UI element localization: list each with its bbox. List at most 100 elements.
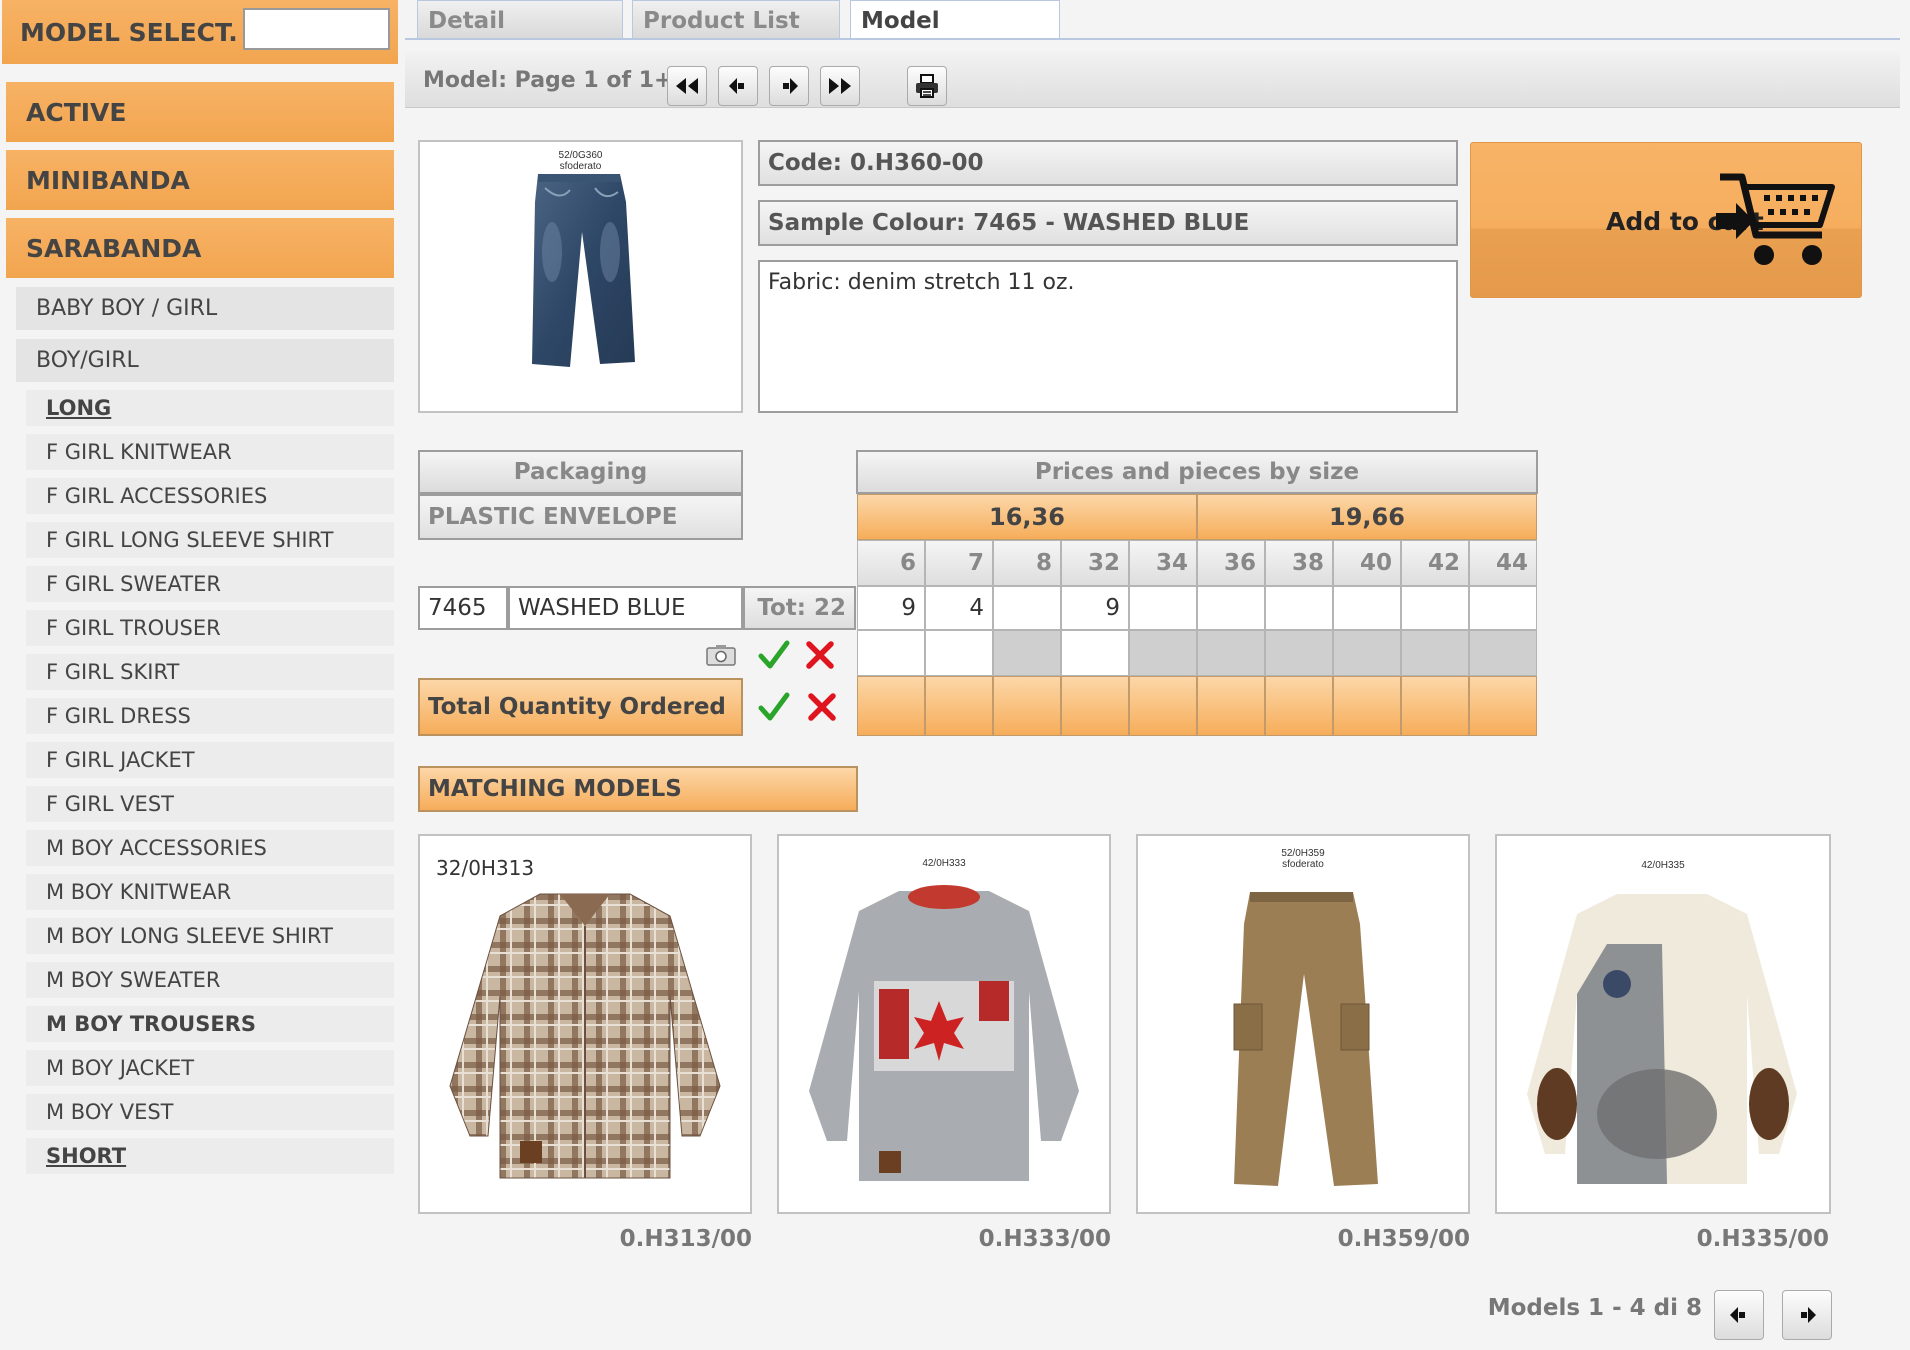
print-button[interactable]: [907, 66, 947, 106]
packaging-header: Packaging: [418, 450, 743, 494]
category-active[interactable]: ACTIVE: [6, 82, 394, 142]
sidebar-item-f-girl-dress[interactable]: F GIRL DRESS: [26, 698, 394, 734]
clear-row-button[interactable]: [803, 636, 837, 674]
matching-model-code[interactable]: 0.H333/00: [777, 1226, 1111, 1252]
last-page-button[interactable]: [820, 66, 860, 106]
qty-input-size-8-disabled: [993, 630, 1061, 676]
sidebar-item-f-girl-knitwear[interactable]: F GIRL KNITWEAR: [26, 434, 394, 470]
confirm-total-button[interactable]: [757, 688, 791, 726]
price-group-1: 16,36: [857, 494, 1197, 540]
qty-cell: [1265, 586, 1333, 630]
total-cell: [925, 676, 993, 736]
sidebar-item-m-boy-knitwear[interactable]: M BOY KNITWEAR: [26, 874, 394, 910]
sidebar-item-f-girl-long-sleeve-shirt[interactable]: F GIRL LONG SLEEVE SHIRT: [26, 522, 394, 558]
pagination-toolbar: Model: Page 1 of 1+: [405, 52, 1900, 108]
prices-header: Prices and pieces by size: [856, 450, 1538, 494]
size-header: 8: [993, 540, 1061, 586]
matching-model-code[interactable]: 0.H313/00: [418, 1226, 752, 1252]
jeans-image-icon: [532, 174, 635, 367]
qty-input-disabled: [1333, 630, 1401, 676]
left-arrow-icon: [729, 78, 744, 94]
matching-model-caption-2: sfoderato: [1282, 859, 1324, 870]
qty-cell: [1197, 586, 1265, 630]
qty-cell: [1129, 586, 1197, 630]
price-group-2: 19,66: [1197, 494, 1537, 540]
sidebar-item-f-girl-trouser[interactable]: F GIRL TROUSER: [26, 610, 394, 646]
matching-model-code[interactable]: 0.H359/00: [1136, 1226, 1470, 1252]
sidebar-item-f-girl-skirt[interactable]: F GIRL SKIRT: [26, 654, 394, 690]
qty-cell: 9: [1061, 586, 1129, 630]
model-search-input[interactable]: [243, 8, 390, 50]
page-label: Model: Page 1 of 1+: [423, 68, 673, 93]
sidebar-item-m-boy-vest[interactable]: M BOY VEST: [26, 1094, 394, 1130]
product-code: Code: 0.H360-00: [758, 140, 1458, 186]
sample-colour: Sample Colour: 7465 - WASHED BLUE: [758, 200, 1458, 246]
clear-total-button[interactable]: [805, 688, 839, 726]
check-icon: [758, 692, 790, 721]
matching-next-button[interactable]: [1782, 1290, 1832, 1340]
size-header: 32: [1061, 540, 1129, 586]
sidebar-item-long[interactable]: LONG: [26, 390, 394, 426]
matching-model-image[interactable]: 52/0H359 sfoderato: [1136, 834, 1470, 1214]
qty-input-size-32[interactable]: [1061, 630, 1129, 676]
matching-model-caption: 42/0H335: [1641, 860, 1685, 871]
model-select-header: MODEL SELECT.: [2, 0, 398, 64]
subcategory-baby-boy-girl[interactable]: BABY BOY / GIRL: [16, 287, 394, 330]
sidebar-item-m-boy-accessories[interactable]: M BOY ACCESSORIES: [26, 830, 394, 866]
sidebar-item-m-boy-jacket[interactable]: M BOY JACKET: [26, 1050, 394, 1086]
grey-tee-image-icon: [809, 885, 1079, 1181]
category-sarabanda[interactable]: SARABANDA: [6, 218, 394, 278]
row-color-code: 7465: [418, 586, 508, 630]
product-image[interactable]: 52/0G360 sfoderato: [418, 140, 743, 413]
right-arrow-icon: [783, 78, 798, 94]
add-to-cart-button[interactable]: Add to cart: [1470, 142, 1862, 298]
camera-button[interactable]: [704, 640, 738, 670]
double-right-arrow-icon: [829, 78, 851, 94]
model-select-title: MODEL SELECT.: [20, 17, 238, 47]
matching-models-header: MATCHING MODELS: [418, 766, 858, 812]
confirm-row-button[interactable]: [757, 636, 791, 674]
subcategory-boy-girl[interactable]: BOY/GIRL: [16, 339, 394, 382]
tab-underline: [405, 38, 1900, 40]
sidebar-item-f-girl-accessories[interactable]: F GIRL ACCESSORIES: [26, 478, 394, 514]
next-page-button[interactable]: [769, 66, 809, 106]
packaging-value: PLASTIC ENVELOPE: [418, 494, 743, 540]
size-header: 44: [1469, 540, 1537, 586]
tab-model[interactable]: Model: [850, 0, 1060, 40]
matching-model-caption: 42/0H333: [922, 858, 966, 869]
matching-previous-button[interactable]: [1714, 1290, 1764, 1340]
cargo-pants-image-icon: [1233, 892, 1378, 1186]
first-page-button[interactable]: [667, 66, 707, 106]
qty-input-size-6[interactable]: [857, 630, 925, 676]
total-cell: [1129, 676, 1197, 736]
size-header: 42: [1401, 540, 1469, 586]
matching-model-image[interactable]: 42/0H333: [777, 834, 1111, 1214]
sidebar-item-f-girl-jacket[interactable]: F GIRL JACKET: [26, 742, 394, 778]
qty-cell: [1333, 586, 1401, 630]
size-header: 38: [1265, 540, 1333, 586]
qty-cell: [993, 586, 1061, 630]
sidebar-item-m-boy-sweater[interactable]: M BOY SWEATER: [26, 962, 394, 998]
sidebar-item-f-girl-sweater[interactable]: F GIRL SWEATER: [26, 566, 394, 602]
matching-model-image[interactable]: 42/0H335: [1495, 834, 1831, 1214]
sidebar-item-short[interactable]: SHORT: [26, 1138, 394, 1174]
category-minibanda[interactable]: MINIBANDA: [6, 150, 394, 210]
previous-page-button[interactable]: [718, 66, 758, 106]
sidebar-item-f-girl-vest[interactable]: F GIRL VEST: [26, 786, 394, 822]
total-cell: [1469, 676, 1537, 736]
qty-input-disabled: [1197, 630, 1265, 676]
total-cell: [993, 676, 1061, 736]
cross-icon: [806, 641, 834, 669]
sidebar-item-m-boy-long-sleeve-shirt[interactable]: M BOY LONG SLEEVE SHIRT: [26, 918, 394, 954]
total-cell: [1265, 676, 1333, 736]
double-left-arrow-icon: [676, 78, 698, 94]
matching-model-code[interactable]: 0.H335/00: [1495, 1226, 1829, 1252]
sidebar-item-m-boy-trousers[interactable]: M BOY TROUSERS: [26, 1006, 394, 1042]
qty-cell: [1469, 586, 1537, 630]
qty-input-size-7[interactable]: [925, 630, 993, 676]
tab-detail[interactable]: Detail: [417, 0, 623, 40]
tab-product-list[interactable]: Product List: [632, 0, 840, 40]
fabric-description: Fabric: denim stretch 11 oz.: [758, 260, 1458, 413]
matching-model-image[interactable]: 32/0H313: [418, 834, 752, 1214]
total-quantity-label: Total Quantity Ordered: [418, 678, 743, 736]
